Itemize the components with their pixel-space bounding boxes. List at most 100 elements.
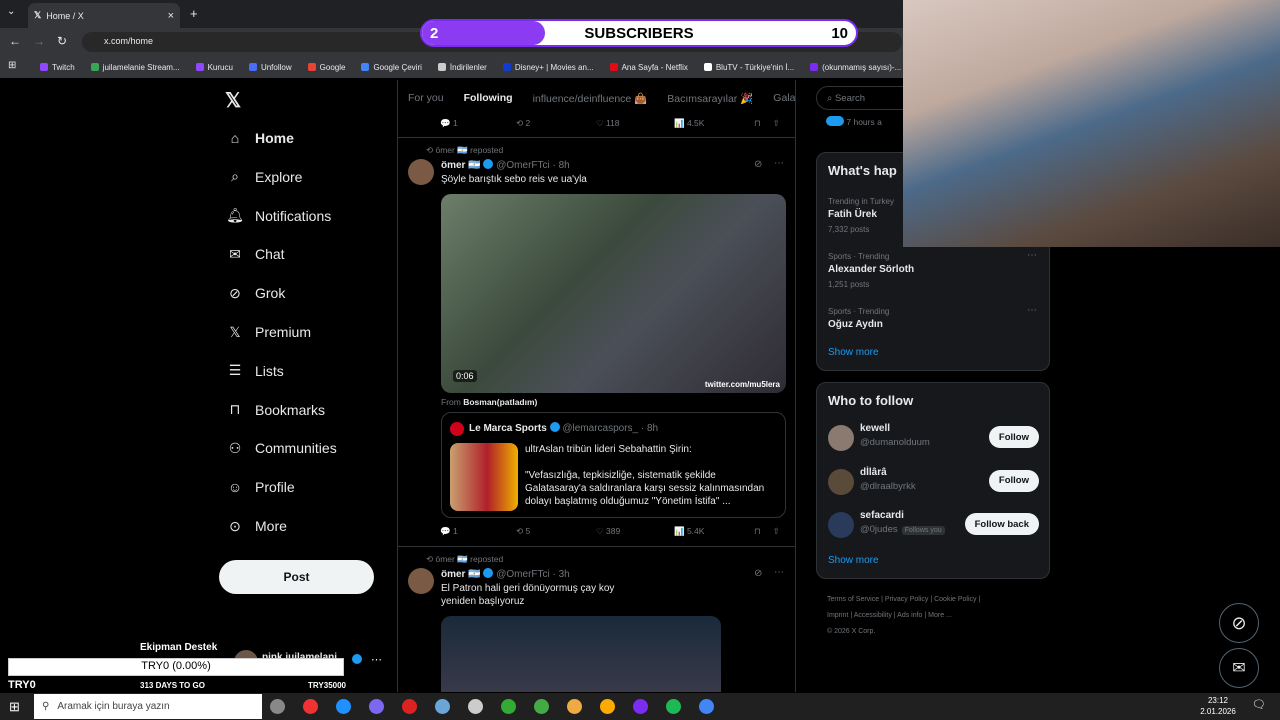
- nav-item-explore[interactable]: ⌕ Explore: [227, 165, 302, 189]
- bookmark-item[interactable]: Kurucu: [195, 63, 233, 72]
- bookmark-item[interactable]: BluTV - Türkiye'nin İ...: [703, 63, 794, 72]
- show-more-trends[interactable]: Show more: [828, 347, 879, 358]
- nav-item-notifications[interactable]: 🔔︎ Notifications: [226, 204, 331, 228]
- post-author[interactable]: ömer 🇦🇷 @OmerFTci · 8h: [441, 159, 570, 171]
- tab-search-icon[interactable]: ⌄: [7, 6, 15, 17]
- trend-more-icon[interactable]: ⋯: [1027, 305, 1037, 316]
- post-button[interactable]: Post: [219, 560, 374, 594]
- twitch-icon[interactable]: [402, 699, 417, 714]
- system-clock[interactable]: 23:12 2.01.2026: [1198, 695, 1238, 717]
- bookmark-action[interactable]: ⊓: [754, 118, 761, 129]
- follow-button[interactable]: Follow: [988, 426, 1039, 448]
- edge-icon[interactable]: [369, 699, 384, 714]
- more-options-icon[interactable]: ⋯: [774, 567, 784, 578]
- nav-item-chat[interactable]: ✉ Chat: [227, 242, 284, 266]
- feed-tab[interactable]: For you: [408, 92, 444, 104]
- grok-explain-icon[interactable]: ⊘: [754, 568, 762, 579]
- nav-item-profile[interactable]: ☺ Profile: [227, 475, 295, 499]
- files-icon[interactable]: [567, 699, 582, 714]
- close-tab-icon[interactable]: ×: [168, 10, 174, 22]
- follow-name[interactable]: sefacardi: [860, 510, 904, 521]
- nav-item-home[interactable]: ⌂ Home: [227, 126, 294, 150]
- bookmark-item[interactable]: (okunmamış sayısı)-...: [810, 63, 901, 72]
- reload-icon[interactable]: ↻: [57, 34, 67, 48]
- browser-tab[interactable]: 𝕏 Home / X ×: [28, 3, 180, 28]
- like-action[interactable]: ♡ 118: [596, 118, 674, 129]
- quoted-post[interactable]: Le Marca Sports @lemarcaspors_ · 8h ultr…: [441, 412, 786, 518]
- trend-name[interactable]: Fatih Ürek: [828, 209, 877, 220]
- browser-icon[interactable]: [468, 699, 483, 714]
- nav-item-lists[interactable]: ☰ Lists: [227, 359, 284, 383]
- feed-tab[interactable]: Following: [464, 92, 513, 104]
- spotify-icon[interactable]: [666, 699, 681, 714]
- share-action[interactable]: ⇧: [773, 118, 780, 129]
- xbox-icon[interactable]: [501, 699, 516, 714]
- apps-grid-icon[interactable]: ⊞: [8, 60, 16, 71]
- bookmark-item[interactable]: juilamelanie Stream...: [90, 63, 180, 72]
- share-action[interactable]: ⇧: [773, 526, 780, 537]
- show-more-follow[interactable]: Show more: [828, 555, 879, 566]
- follow-name[interactable]: dİlârâ: [860, 467, 887, 478]
- repost-action[interactable]: ⟲ 5: [516, 526, 596, 537]
- footer-line[interactable]: Terms of Service | Privacy Policy | Cook…: [827, 592, 1047, 608]
- opera-icon[interactable]: [435, 699, 450, 714]
- trend-name[interactable]: Alexander Sörloth: [828, 264, 914, 275]
- discord-icon[interactable]: [633, 699, 648, 714]
- avatar[interactable]: [408, 568, 434, 594]
- messages-floating-button[interactable]: ✉: [1219, 648, 1259, 688]
- trend-name[interactable]: Oğuz Aydın: [828, 319, 883, 330]
- obs-icon[interactable]: [336, 699, 351, 714]
- avatar[interactable]: [408, 159, 434, 185]
- follow-name[interactable]: kewell: [860, 423, 890, 434]
- reply-action[interactable]: 💬 1: [440, 118, 516, 129]
- bookmark-item[interactable]: Unfollow: [248, 63, 292, 72]
- views-action[interactable]: 📊 5.4K: [674, 526, 754, 537]
- x-logo-icon[interactable]: 𝕏: [225, 88, 241, 113]
- avatar[interactable]: [828, 468, 854, 495]
- castle-icon[interactable]: [303, 699, 318, 714]
- bookmark-item[interactable]: İndirilenler: [437, 63, 487, 72]
- bookmark-item[interactable]: Google Çeviri: [361, 63, 422, 72]
- notifications-icon[interactable]: 🗨: [1252, 698, 1266, 711]
- trend-more-icon[interactable]: ⋯: [1027, 250, 1037, 261]
- forward-icon[interactable]: →: [33, 34, 45, 48]
- avatar[interactable]: [828, 512, 854, 538]
- footer-line[interactable]: Imprint | Accessibility | Ads info | Mor…: [827, 608, 1047, 624]
- bookmark-action[interactable]: ⊓: [754, 526, 761, 537]
- chrome-icon[interactable]: [699, 699, 714, 714]
- steam-icon[interactable]: [534, 699, 549, 714]
- source-name[interactable]: Bosman(patladım): [463, 397, 537, 407]
- post-image[interactable]: [441, 616, 721, 692]
- account-more-icon[interactable]: ⋯: [371, 653, 382, 666]
- nav-item-more[interactable]: ⊙ More: [227, 514, 287, 538]
- nav-item-premium[interactable]: 𝕏 Premium: [227, 320, 311, 344]
- chrome-icon[interactable]: [600, 699, 615, 714]
- post-author[interactable]: ömer 🇦🇷 @OmerFTci · 3h: [441, 568, 570, 580]
- follow-button[interactable]: Follow: [988, 469, 1039, 492]
- nav-item-grok[interactable]: ⊘ Grok: [227, 281, 285, 305]
- nav-item-bookmarks[interactable]: ⊓ Bookmarks: [227, 398, 326, 422]
- taskbar-search[interactable]: ⚲ Aramak için buraya yazın: [34, 694, 262, 719]
- post-video[interactable]: 0:06 twitter.com/mu5lera: [441, 194, 786, 393]
- windows-start-icon[interactable]: ⊞: [9, 699, 20, 715]
- like-action[interactable]: ♡ 389: [596, 526, 674, 537]
- bookmark-item[interactable]: Ana Sayfa - Netflix: [609, 63, 688, 72]
- nav-item-communities[interactable]: ⚇ Communities: [227, 436, 337, 460]
- bookmark-item[interactable]: Google: [307, 63, 345, 72]
- bookmark-item[interactable]: Twitch: [40, 63, 75, 72]
- avatar[interactable]: [828, 425, 854, 451]
- views-action[interactable]: 📊 4.5K: [674, 118, 754, 129]
- task-view-icon[interactable]: [270, 699, 285, 714]
- feed-tab[interactable]: Gala: [773, 92, 795, 104]
- feed-tab[interactable]: Bacımsarayılar 🎉: [667, 92, 753, 105]
- repost-action[interactable]: ⟲ 2: [516, 118, 596, 129]
- grok-floating-button[interactable]: ⊘: [1219, 603, 1259, 643]
- new-posts-pill[interactable]: 7 hours a: [826, 116, 882, 127]
- back-icon[interactable]: ←: [9, 34, 21, 48]
- grok-explain-icon[interactable]: ⊘: [754, 159, 762, 170]
- feed-tab[interactable]: influence/deinfluence 👜: [533, 92, 648, 105]
- reply-action[interactable]: 💬 1: [440, 526, 516, 537]
- bookmark-item[interactable]: Disney+ | Movies an...: [502, 63, 594, 72]
- more-options-icon[interactable]: ⋯: [774, 158, 784, 169]
- new-tab-icon[interactable]: +: [190, 6, 198, 21]
